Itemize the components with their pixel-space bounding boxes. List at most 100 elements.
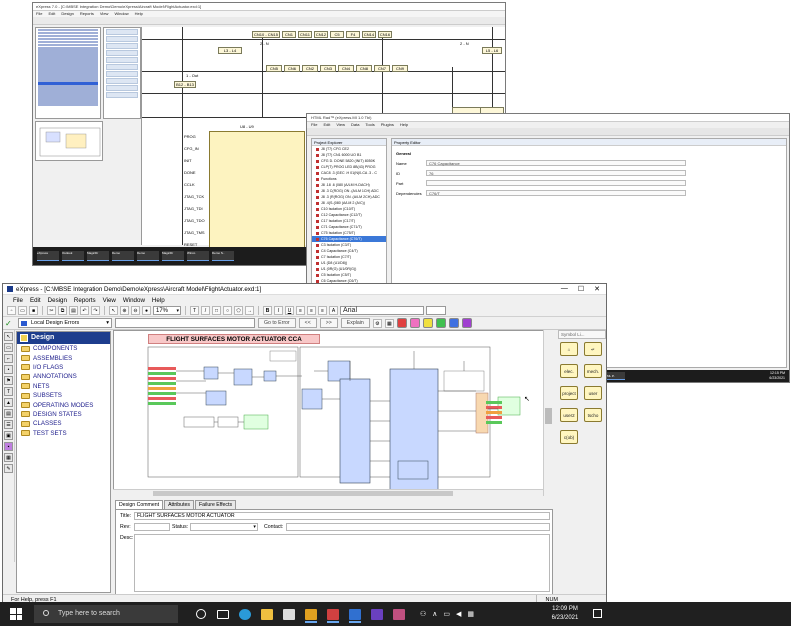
chip-top-4[interactable]: C5 [330,31,344,38]
pointer-icon[interactable]: ↖ [109,306,118,315]
back-palette-row[interactable] [106,43,138,49]
chip-l3[interactable]: L3 - L4 [218,47,242,54]
chip-l5[interactable]: L5 - L6 [482,47,502,54]
canvas-horizontal-scrollbar[interactable] [113,489,543,497]
chip-b12[interactable]: B12 - B13 [174,81,196,88]
red-color-icon[interactable] [396,318,407,328]
design-folder-design-states[interactable]: DESIGN STATES [17,410,110,419]
back-taskbar-item[interactable]: Demo [137,251,159,261]
back-menu-edit[interactable]: Edit [48,11,55,17]
express-taskbar-icon[interactable] [302,605,320,623]
wire-tool-icon[interactable]: ⌐ [4,354,13,363]
circle-icon[interactable]: ○ [223,306,232,315]
front-title-bar[interactable]: eXpress - [C:\MBSE Integration Demo\Demo… [3,284,606,295]
mbse-taskbar-icon[interactable] [346,605,364,623]
menu-file[interactable]: File [13,297,23,304]
palette-project[interactable]: project [560,386,578,400]
palette-user2[interactable]: user2 [560,408,578,422]
component-tool-icon[interactable]: ▭ [4,343,13,352]
blue-color-icon[interactable] [448,318,459,328]
copy-icon[interactable]: ⧉ [58,306,67,315]
symbol-library[interactable]: Symbol Li... ⌂ ↵ elec. mech. project use… [558,330,606,490]
chip-row2-3[interactable]: CN3 [320,65,336,72]
design-folder-i-o-flags[interactable]: I/O FLAGS [17,363,110,372]
rect-icon[interactable]: □ [212,306,221,315]
middle-menu-data[interactable]: Data [351,122,359,128]
back-palette-icon[interactable]: ↵ [584,342,602,356]
chip-row2-0[interactable]: CN5 [266,65,282,72]
tab-design-comment[interactable]: Design Comment [115,500,164,509]
font-color-icon[interactable]: A [329,306,338,315]
menu-window[interactable]: Window [123,297,145,304]
back-taskbar-item[interactable]: Winco [187,251,209,261]
property-field[interactable]: C76/T [426,190,686,196]
chip-u8[interactable]: U8 - U9 PROG CFG_IN INIT DONE CCLK JTAG_TCK JT… [184,124,335,255]
zoom-out-icon[interactable]: ⊖ [131,306,140,315]
test-tool-icon[interactable]: T [4,387,13,396]
error-filter-select[interactable]: Local Design Errors ▾ [18,318,112,328]
design-folder-operating-modes[interactable]: OPERATING MODES [17,400,110,409]
status-select[interactable]: ▾ [190,523,258,531]
middle-menu-plugins[interactable]: Plugins [381,122,394,128]
list-tool-icon[interactable]: ☰ [4,420,13,429]
text-icon[interactable]: T [190,306,199,315]
bold-icon[interactable]: B [263,306,272,315]
cut-icon[interactable]: ✂ [47,306,56,315]
zoom-fit-icon[interactable]: ● [142,306,151,315]
open-icon[interactable]: ▭ [18,306,27,315]
palette-user[interactable]: user [584,386,602,400]
bell-tool-icon[interactable]: ▲ [4,398,13,407]
back-tree-row[interactable] [38,103,98,106]
property-field[interactable] [426,180,686,186]
design-folder-nets[interactable]: NETS [17,382,110,391]
middle-menu-view[interactable]: View [336,122,345,128]
back-menu-design[interactable]: Design [61,11,73,17]
save-icon[interactable]: ■ [29,306,38,315]
purple-tool-icon[interactable]: ▪ [4,442,13,451]
middle-menu-file[interactable]: File [311,122,317,128]
go-to-error-button[interactable]: Go to Error [258,318,296,328]
next-error-button[interactable]: >> [319,318,338,328]
outlook-taskbar-icon[interactable] [368,605,386,623]
menu-design[interactable]: Design [48,297,67,304]
grid-tool-icon[interactable]: ▦ [4,453,13,462]
chip-top-3[interactable]: CN12 [314,31,328,38]
html-editor-taskbar-icon[interactable] [324,605,342,623]
people-icon[interactable]: ⚇ [420,610,426,618]
chip-top-2[interactable]: CN11 [298,31,312,38]
middle-menu-help[interactable]: Help [400,122,408,128]
back-palette-row[interactable] [106,85,138,91]
check-icon[interactable]: ✓ [5,319,15,328]
chevron-up-icon[interactable]: ∧ [432,610,437,618]
zoom-select[interactable]: 17% ▾ [153,306,181,315]
back-palette-row[interactable] [106,50,138,56]
property-field[interactable]: C76 Capacitance [426,160,686,166]
volume-icon[interactable]: ◀ [456,610,461,618]
windows-start-icon[interactable] [10,608,22,620]
chip-row2-2[interactable]: CN2 [302,65,318,72]
align-right-icon[interactable]: ≡ [318,306,327,315]
green-color-icon[interactable] [435,318,446,328]
back-menu-window[interactable]: Window [114,11,128,17]
tab-failure-effects[interactable]: Failure Effects [195,500,237,509]
app-taskbar-icon[interactable] [390,605,408,623]
tab-attributes[interactable]: Attributes [164,500,194,509]
back-palette-row[interactable] [106,29,138,35]
language-icon[interactable]: ▦ [467,610,474,618]
canvas-vertical-scrollbar[interactable] [543,330,553,496]
file-explorer-icon[interactable] [258,605,276,623]
design-folder-test-sets[interactable]: TEST SETS [17,429,110,438]
vertical-scroll-thumb[interactable] [545,408,552,424]
description-field[interactable] [134,534,550,592]
palette-mech[interactable]: mech. [584,364,602,378]
chip-row2-1[interactable]: CN6 [284,65,300,72]
polygon-icon[interactable]: ⬠ [234,306,243,315]
font-size-select[interactable] [426,306,446,315]
image-tool-icon[interactable]: ▣ [4,431,13,440]
underline-icon[interactable]: U [285,306,294,315]
chip-row2-5[interactable]: CN8 [356,65,372,72]
grid-icon[interactable]: ▦ [384,318,394,328]
undo-icon[interactable]: ↶ [80,306,89,315]
explain-button[interactable]: Explain [340,318,370,328]
menu-view[interactable]: View [103,297,116,304]
